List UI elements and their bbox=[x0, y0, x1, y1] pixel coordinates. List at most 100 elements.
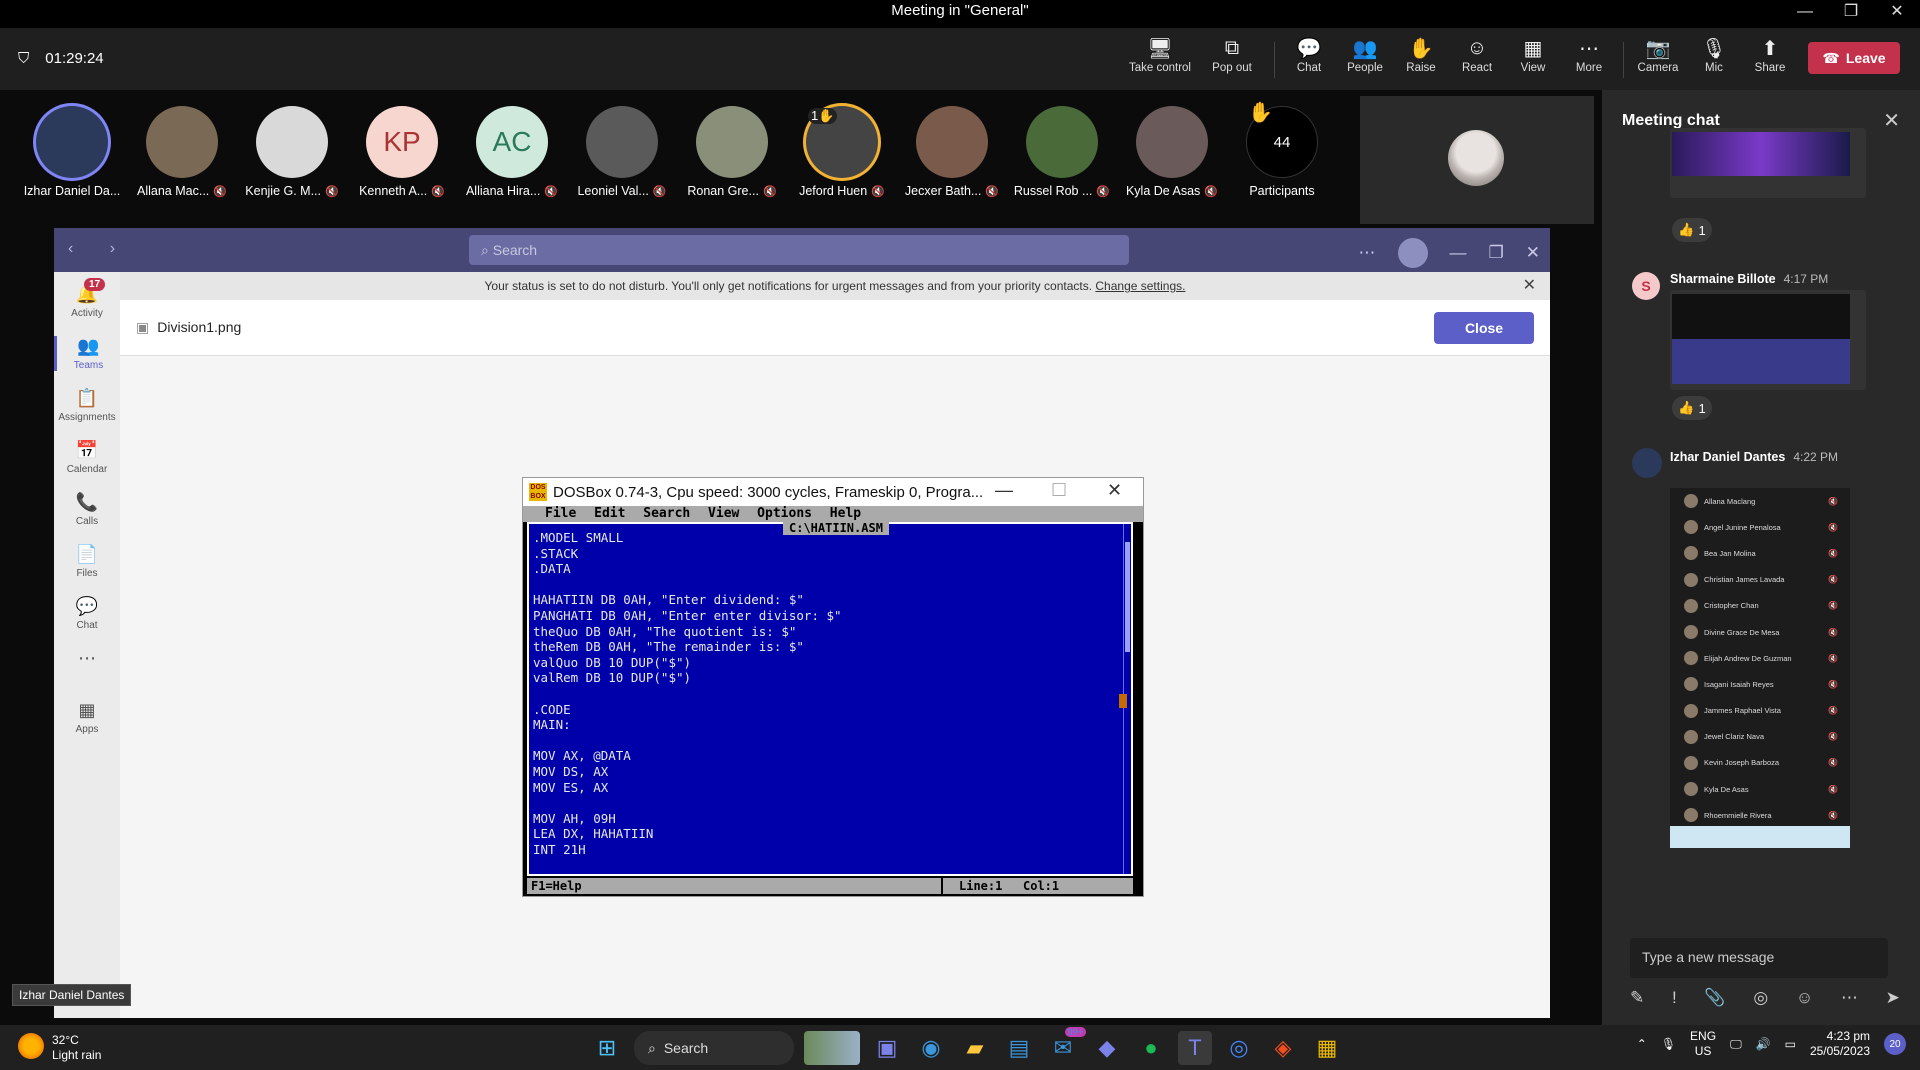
rail-item-activity[interactable]: 🔔 17 Activity bbox=[54, 278, 120, 319]
more-button[interactable]: ⋯ More bbox=[1561, 34, 1617, 75]
participants-count-tile[interactable]: ✋ 44 Participants bbox=[1230, 102, 1334, 198]
chevron-up-icon[interactable]: ⌃ bbox=[1637, 1037, 1647, 1052]
restore-icon[interactable]: ❐ bbox=[1489, 243, 1504, 263]
mail-icon[interactable]: ✉ 99+ bbox=[1046, 1027, 1086, 1065]
app-icon[interactable]: ◆ bbox=[1090, 1031, 1124, 1065]
reaction-like[interactable]: 👍 1 bbox=[1672, 218, 1712, 242]
change-settings-link[interactable]: Change settings. bbox=[1095, 279, 1185, 293]
view-icon: ▦ bbox=[1523, 37, 1543, 60]
landscape-widget-icon[interactable] bbox=[804, 1031, 860, 1065]
participant-tile[interactable]: AC Alliana Hira... 🔇 bbox=[460, 106, 564, 198]
list-item: Divine Grace De Mesa 🔇 bbox=[1670, 619, 1850, 645]
more-icon[interactable]: ⋯ bbox=[1359, 243, 1376, 263]
nav-arrows-icon[interactable]: ‹ › bbox=[68, 240, 131, 258]
attach-icon[interactable]: 📎 bbox=[1704, 988, 1725, 1008]
folder-icon[interactable]: ▰ bbox=[958, 1031, 992, 1065]
close-notice-icon[interactable]: ✕ bbox=[1523, 272, 1536, 300]
language-indicator[interactable]: ENG US bbox=[1690, 1029, 1716, 1059]
mic-button[interactable]: 🎙 Mic bbox=[1686, 34, 1742, 75]
react-button[interactable]: ☺ React bbox=[1449, 34, 1505, 75]
participant-tile[interactable]: Russel Rob ... 🔇 bbox=[1010, 106, 1114, 198]
store-icon[interactable]: ▤ bbox=[1002, 1031, 1036, 1065]
emoji-icon[interactable]: ☺ bbox=[1796, 988, 1813, 1008]
view-button[interactable]: ▦ View bbox=[1505, 34, 1561, 75]
participant-tile[interactable]: Kyla De Asas 🔇 bbox=[1120, 106, 1224, 198]
participant-tile[interactable]: Kenjie G. M... 🔇 bbox=[240, 106, 344, 198]
close-chat-icon[interactable]: ✕ bbox=[1883, 108, 1900, 133]
chat-button[interactable]: 💬 Chat bbox=[1281, 34, 1337, 75]
minimize-icon[interactable]: — bbox=[1450, 243, 1467, 263]
list-item: Allana Maclang 🔇 bbox=[1670, 488, 1850, 514]
shared-image-thumb[interactable] bbox=[1672, 132, 1850, 176]
button-label: Pop out bbox=[1212, 62, 1252, 74]
chat-message-image[interactable] bbox=[1670, 128, 1866, 198]
participant-strip: Izhar Daniel Da... Allana Mac... 🔇 Kenjie G… bbox=[0, 90, 1596, 226]
battery-icon[interactable]: ▭ bbox=[1785, 1037, 1796, 1052]
rail-item-assignments[interactable]: 📋 Assignments bbox=[54, 388, 120, 423]
shared-participant-list-image[interactable]: Allana Maclang 🔇 Angel Junine Penalosa 🔇 Bea… bbox=[1670, 488, 1850, 848]
list-item: Rhoemmielle Rivera 🔇 bbox=[1670, 802, 1850, 828]
participant-tile[interactable]: Allana Mac... 🔇 bbox=[130, 106, 234, 198]
rail-item-calls[interactable]: 📞 Calls bbox=[54, 492, 120, 527]
chat-message-image[interactable] bbox=[1670, 290, 1866, 390]
new-message-input[interactable]: Type a new message bbox=[1630, 938, 1888, 978]
send-icon[interactable]: ➤ bbox=[1886, 988, 1900, 1008]
network-icon[interactable]: 🖵 bbox=[1730, 1037, 1742, 1052]
teams-chat-icon[interactable]: ▣ bbox=[870, 1031, 904, 1065]
teams-search-input[interactable]: ⌕ Search bbox=[469, 235, 1129, 265]
loop-icon[interactable]: ◎ bbox=[1753, 988, 1768, 1008]
participant-tile[interactable]: 1✋ Jeford Huen 🔇 bbox=[790, 106, 894, 198]
minimize-icon[interactable]: — bbox=[1782, 0, 1828, 24]
pop-out-button[interactable]: ⧉ Pop out bbox=[1196, 34, 1268, 75]
participant-tile[interactable]: KP Kenneth A... 🔇 bbox=[350, 106, 454, 198]
self-view-video[interactable] bbox=[1360, 96, 1594, 224]
weather-widget[interactable]: 32°C Light rain bbox=[18, 1033, 101, 1063]
figma-icon[interactable]: ◈ bbox=[1266, 1031, 1300, 1065]
edge-icon[interactable]: ◉ bbox=[914, 1031, 948, 1065]
share-button[interactable]: ⬆ Share bbox=[1742, 34, 1798, 75]
button-label: Mic bbox=[1705, 62, 1723, 74]
rail-item-calendar[interactable]: 📅 Calendar bbox=[54, 440, 120, 475]
shared-image-thumb[interactable] bbox=[1672, 294, 1850, 384]
more-icon[interactable]: ⋯ bbox=[1841, 988, 1858, 1008]
participant-tile[interactable]: Izhar Daniel Da... bbox=[20, 106, 124, 198]
avatar[interactable] bbox=[1397, 238, 1428, 268]
close-icon[interactable]: ✕ bbox=[1874, 0, 1920, 24]
spotify-icon[interactable]: ● bbox=[1134, 1031, 1168, 1065]
close-button[interactable]: Close bbox=[1434, 312, 1534, 344]
teams-icon[interactable]: T bbox=[1178, 1031, 1212, 1065]
participant-tile[interactable]: Jecxer Bath... 🔇 bbox=[900, 106, 1004, 198]
rail-item-chat[interactable]: 💬 Chat bbox=[54, 596, 120, 631]
volume-icon[interactable]: 🔊 bbox=[1756, 1037, 1771, 1052]
reaction-like[interactable]: 👍 1 bbox=[1672, 396, 1712, 420]
weather-icon bbox=[18, 1033, 44, 1059]
clock[interactable]: 4:23 pm 25/05/2023 bbox=[1810, 1029, 1870, 1059]
rail-item-more[interactable]: ⋯ bbox=[54, 648, 120, 672]
rail-item-apps[interactable]: ▦ Apps bbox=[54, 700, 120, 735]
leave-button[interactable]: ☎ Leave bbox=[1808, 42, 1900, 74]
priority-icon[interactable]: ! bbox=[1672, 988, 1677, 1008]
camera-button[interactable]: 📷 Camera bbox=[1630, 34, 1686, 75]
participant-tile[interactable]: Leoniel Val... 🔇 bbox=[570, 106, 674, 198]
button-label: React bbox=[1461, 62, 1493, 74]
dos-cursor bbox=[1119, 694, 1127, 708]
rail-item-teams[interactable]: 👥 Teams bbox=[54, 336, 120, 371]
chat-icon: 💬 bbox=[75, 596, 99, 616]
chrome-icon[interactable]: ◎ bbox=[1222, 1031, 1256, 1065]
participant-tile[interactable]: Ronan Gre... 🔇 bbox=[680, 106, 784, 198]
close-icon[interactable]: ✕ bbox=[1526, 243, 1540, 263]
format-icon[interactable]: ✎ bbox=[1630, 988, 1644, 1008]
rail-item-files[interactable]: 📄 Files bbox=[54, 544, 120, 579]
avatar bbox=[146, 106, 218, 178]
take-control-button[interactable]: 🖥 Take control bbox=[1124, 34, 1196, 75]
windows-start-icon[interactable]: ⊞ bbox=[590, 1031, 624, 1065]
restore-icon[interactable]: ❐ bbox=[1828, 0, 1874, 24]
notification-badge[interactable]: 20 bbox=[1884, 1033, 1906, 1055]
raise-button[interactable]: ✋ Raise bbox=[1393, 34, 1449, 75]
people-button[interactable]: 👥 People bbox=[1337, 34, 1393, 75]
dosbox-icon[interactable]: ▦ bbox=[1310, 1031, 1344, 1065]
avatar bbox=[1684, 677, 1698, 692]
mic-off-icon: 🔇 bbox=[652, 186, 667, 198]
mic-muted-icon[interactable]: 🎙 bbox=[1661, 1037, 1676, 1052]
taskbar-search[interactable]: ⌕ Search bbox=[634, 1031, 794, 1065]
